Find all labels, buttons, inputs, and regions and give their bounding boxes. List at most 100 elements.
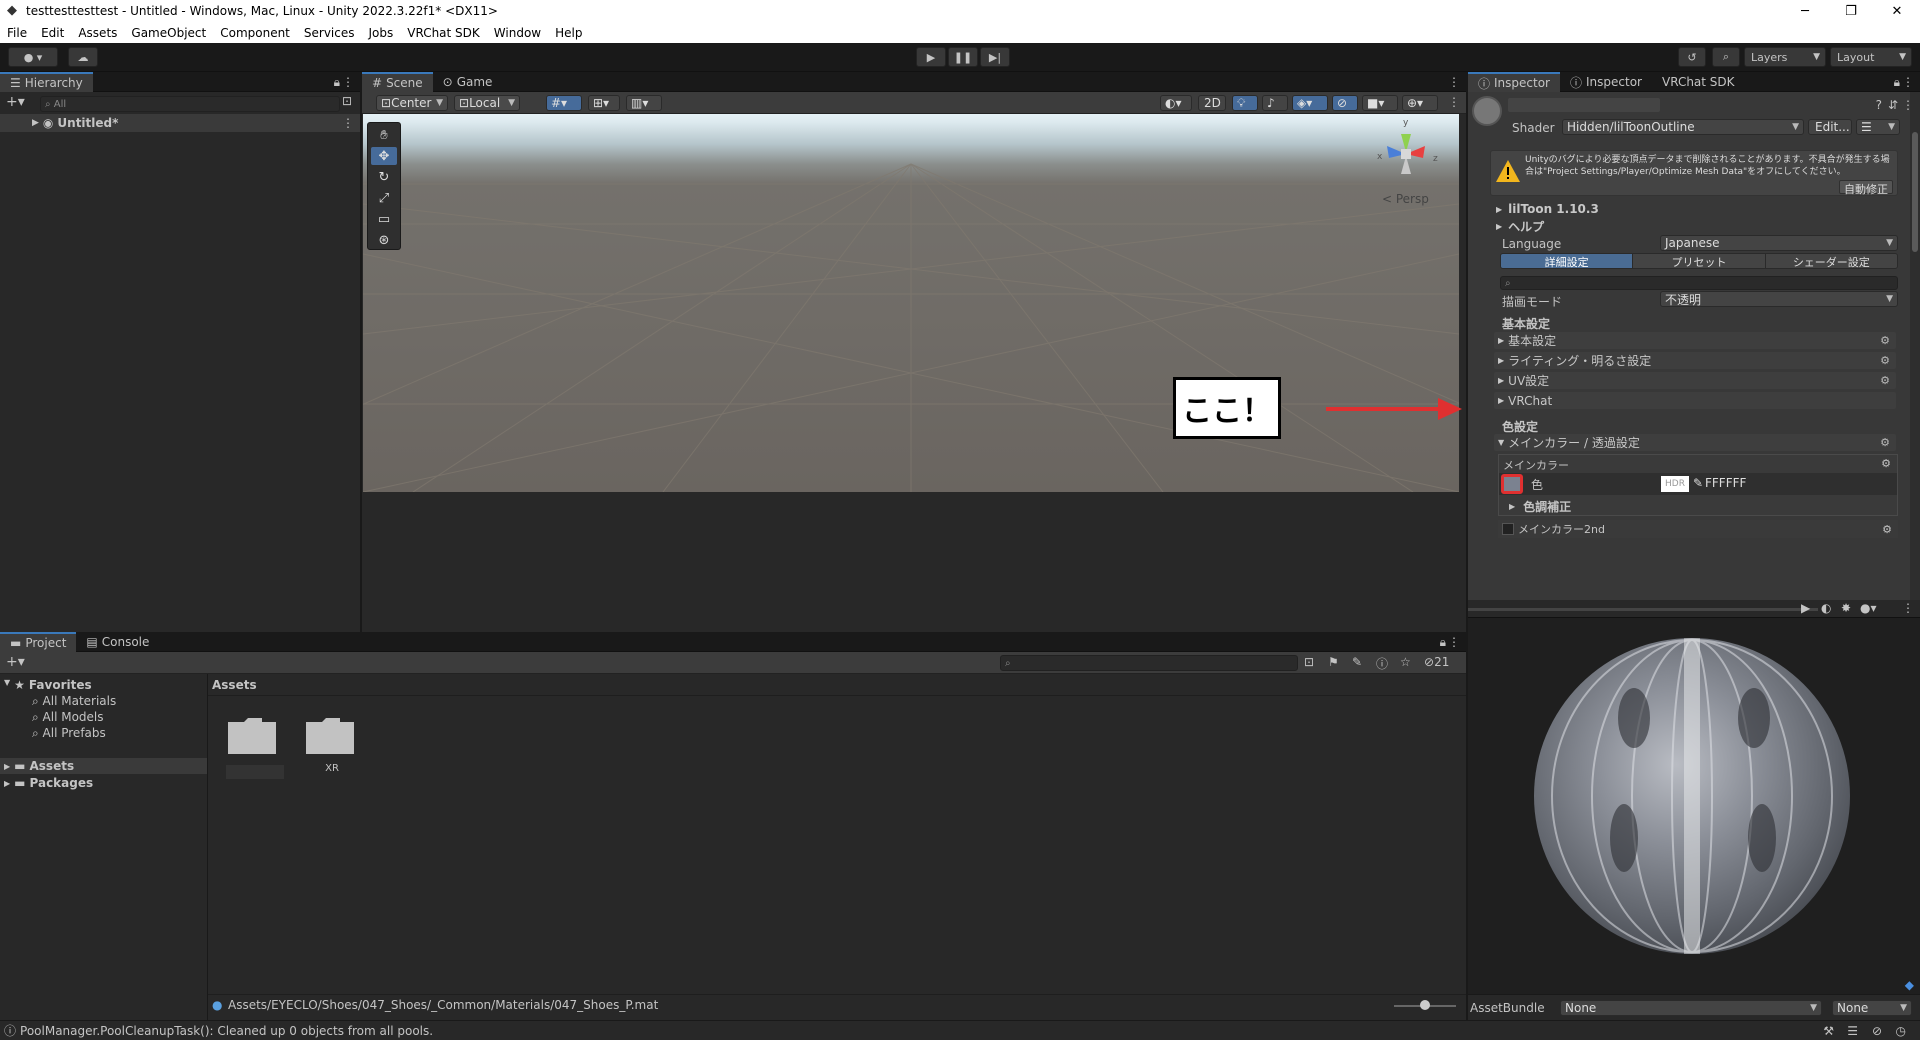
scale-tool-icon[interactable]: ⤢ — [371, 189, 397, 207]
tab-game[interactable]: ⊙ Game — [433, 72, 503, 92]
minimize-button[interactable]: ─ — [1782, 0, 1828, 22]
hdr-color-swatch[interactable]: HDR — [1661, 476, 1689, 492]
color-texture-slot[interactable] — [1501, 474, 1523, 494]
tab-inspector-2[interactable]: ⓘ Inspector — [1560, 72, 1652, 92]
auto-fix-button[interactable]: 自動修正 — [1839, 180, 1893, 196]
tab-vrchat-sdk[interactable]: VRChat SDK — [1652, 72, 1745, 92]
network-icon[interactable]: ⊘ — [1872, 1024, 1882, 1038]
gear-icon[interactable]: ⚙ — [1881, 457, 1891, 470]
gear-icon[interactable]: ⚙ — [1882, 523, 1892, 536]
menu-component[interactable]: Component — [213, 26, 297, 40]
lock-icon[interactable]: 🔒︎ — [334, 75, 340, 90]
gear-icon[interactable]: ⚙ — [1880, 436, 1890, 449]
play-button[interactable]: ▶ — [916, 47, 946, 67]
2d-toggle[interactable]: 2D — [1198, 95, 1226, 111]
pause-button[interactable]: ❚❚ — [948, 47, 978, 67]
cloud-button[interactable]: ☁ — [68, 47, 98, 67]
search-button[interactable]: ⌕ — [1712, 47, 1740, 67]
preview-drag-handle[interactable] — [1468, 608, 1818, 611]
hidden-objects-toggle[interactable]: ⊘ — [1332, 95, 1358, 111]
fold-uv[interactable]: ▶ UV設定 ⚙ — [1494, 372, 1896, 389]
preset-icon[interactable]: ⇵ — [1888, 98, 1898, 112]
asset-folder-xr[interactable]: XR — [304, 712, 360, 782]
shader-edit-button[interactable]: Edit... — [1808, 119, 1852, 135]
hex-value-field[interactable]: FFFFFF — [1705, 476, 1746, 490]
gizmos-dropdown[interactable]: ⊕▾ — [1402, 95, 1438, 111]
scene-item-untitled[interactable]: ▶ ◉ Untitled* ⋮ — [0, 114, 360, 132]
sphere-mesh-icon[interactable]: ◐ — [1821, 601, 1831, 615]
preview-shape-dropdown[interactable]: ●▾ — [1860, 601, 1877, 615]
fold-basic[interactable]: ▶ 基本設定 ⚙ — [1494, 332, 1896, 349]
scrollbar-thumb[interactable] — [1912, 132, 1918, 252]
assetbundle-dropdown[interactable]: None ▼ — [1560, 1000, 1822, 1016]
help-icon[interactable]: ? — [1876, 98, 1882, 112]
menu-help[interactable]: Help — [548, 26, 589, 40]
tab-inspector-1[interactable]: ⓘ Inspector — [1468, 72, 1560, 92]
favorite-item-materials[interactable]: ⌕ All Materials — [32, 694, 116, 709]
search-by-type-icon[interactable]: ⊡ — [1304, 655, 1314, 669]
status-message[interactable]: PoolManager.PoolCleanupTask(): Cleaned u… — [20, 1024, 433, 1038]
render-mode-dropdown[interactable]: 不透明 ▼ — [1660, 291, 1898, 307]
menu-window[interactable]: Window — [487, 26, 548, 40]
increment-snap-toggle[interactable]: ▥▾ — [626, 95, 662, 111]
menu-jobs[interactable]: Jobs — [362, 26, 401, 40]
lock-icon[interactable]: 🔒︎ — [1440, 635, 1446, 650]
space-dropdown[interactable]: ⊡ Local ▼ — [454, 95, 520, 111]
effects-toggle[interactable]: ◈▾ — [1292, 95, 1328, 111]
kebab-menu-icon[interactable]: ⋮ — [1448, 635, 1460, 649]
kebab-menu-icon[interactable]: ⋮ — [1902, 601, 1914, 615]
menu-edit[interactable]: Edit — [34, 26, 71, 40]
tone-correction-row[interactable]: ▶ 色調補正 — [1509, 498, 1571, 515]
menu-services[interactable]: Services — [297, 26, 362, 40]
tag-icon[interactable]: ◆ — [1905, 978, 1914, 992]
draw-mode-dropdown[interactable]: ◐▾ — [1160, 95, 1192, 111]
log-info-icon[interactable]: ⓘ — [1376, 655, 1388, 672]
add-gameobject-button[interactable]: +▾ — [6, 94, 25, 110]
progress-icon[interactable]: ◷ — [1896, 1024, 1906, 1038]
material-preview-sphere[interactable] — [1534, 638, 1850, 954]
kebab-menu-icon[interactable]: ⋮ — [342, 75, 354, 89]
hand-tool-icon[interactable]: ✋︎ — [371, 126, 397, 144]
hierarchy-search-input[interactable]: ⌕ All — [40, 96, 340, 112]
hidden-packages-icon[interactable]: ⊘21 — [1424, 655, 1449, 669]
tree-item-assets[interactable]: ▶ ▬ Assets — [0, 758, 207, 774]
grid-snap-toggle[interactable]: #▾ — [546, 95, 582, 111]
shader-options-dropdown[interactable]: ☰ ▼ — [1856, 119, 1900, 135]
version-row[interactable]: ▶ lilToon 1.10.3 — [1496, 201, 1898, 217]
language-dropdown[interactable]: Japanese ▼ — [1660, 235, 1898, 251]
lighting-toggle[interactable]: 💡︎ — [1232, 95, 1258, 111]
tab-hierarchy[interactable]: ☰ Hierarchy — [0, 72, 93, 92]
menu-gameobject[interactable]: GameObject — [124, 26, 213, 40]
mode-tab-advanced[interactable]: 詳細設定 — [1501, 254, 1633, 268]
favorite-star-icon[interactable]: ☆ — [1400, 655, 1411, 669]
gear-icon[interactable]: ⚙ — [1880, 354, 1890, 367]
debug-off-icon[interactable]: ⚒ — [1823, 1024, 1834, 1038]
audio-toggle[interactable]: ♪ — [1262, 95, 1288, 111]
assetbundle-variant-dropdown[interactable]: None ▼ — [1832, 1000, 1912, 1016]
tab-project[interactable]: ▬ Project — [0, 632, 77, 652]
help-row[interactable]: ▶ ヘルプ — [1496, 218, 1898, 234]
gear-icon[interactable]: ⚙ — [1880, 374, 1890, 387]
kebab-menu-icon[interactable]: ⋮ — [1902, 75, 1914, 89]
project-search-input[interactable]: ⌕ — [1000, 655, 1298, 671]
inspector-scrollbar[interactable] — [1910, 92, 1920, 616]
kebab-menu-icon[interactable]: ⋮ — [342, 116, 354, 130]
breadcrumb[interactable]: Assets — [212, 678, 257, 692]
material-name-field[interactable] — [1508, 98, 1660, 112]
maximize-button[interactable]: ❐ — [1828, 0, 1874, 22]
favorites-header[interactable]: ▼ ★ Favorites — [4, 678, 92, 692]
menu-vrchat-sdk[interactable]: VRChat SDK — [400, 26, 487, 40]
favorite-item-models[interactable]: ⌕ All Models — [32, 710, 104, 725]
layout-dropdown[interactable]: Layout ▼ — [1830, 47, 1912, 67]
move-tool-icon[interactable]: ✥ — [371, 147, 397, 165]
fold-main-color[interactable]: ▼ メインカラー / 透過設定 ⚙ — [1494, 434, 1896, 451]
filter-by-label-icon[interactable]: ✎ — [1352, 655, 1362, 669]
scene-search-icon[interactable]: ⊡ — [342, 94, 352, 108]
grid-visibility-toggle[interactable]: ⊞▾ — [588, 95, 620, 111]
kebab-menu-icon[interactable]: ⋮ — [1448, 95, 1460, 109]
history-button[interactable]: ↺ — [1678, 47, 1706, 67]
expand-arrow-icon[interactable]: ▶ — [32, 118, 39, 128]
menu-assets[interactable]: Assets — [71, 26, 124, 40]
step-button[interactable]: ▶| — [980, 47, 1010, 67]
fold-lighting[interactable]: ▶ ライティング・明るさ設定 ⚙ — [1494, 352, 1896, 369]
